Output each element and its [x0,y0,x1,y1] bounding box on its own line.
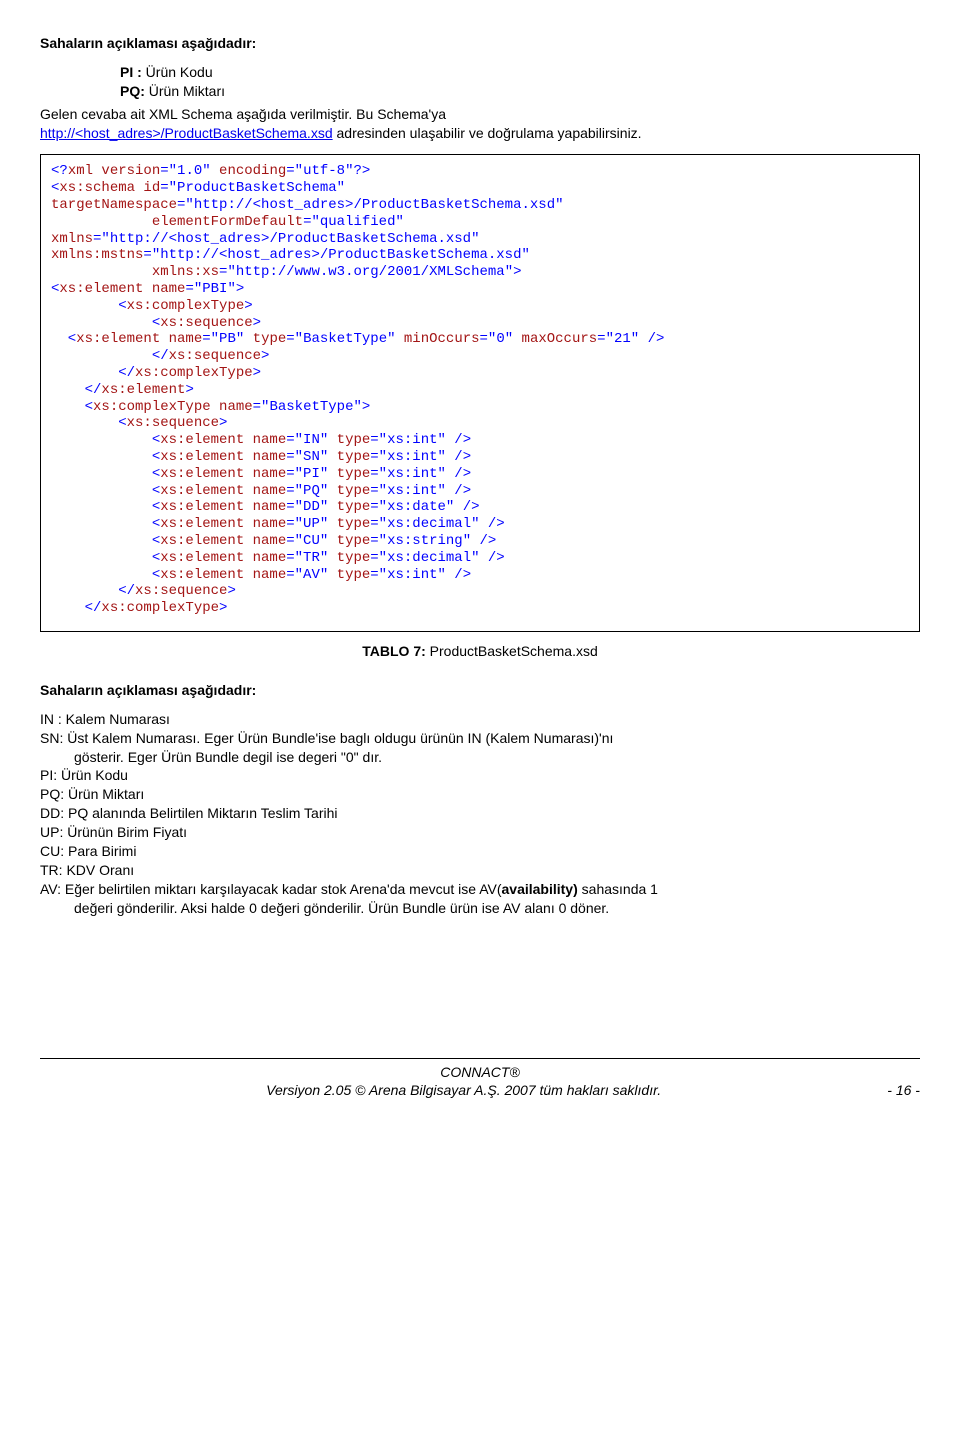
def-av-cont: değeri gönderilir. Aksi halde 0 değeri g… [74,899,920,918]
xml-schema-code: <?xml version="1.0" encoding="utf-8"?> <… [40,154,920,632]
def-pq: PQ: Ürün Miktarı [40,785,920,804]
def-up: UP: Ürünün Birim Fiyatı [40,823,920,842]
section-heading: Sahaların açıklaması aşağıdadır: [40,34,920,53]
caption-label: TABLO 7: [362,643,429,659]
field-definitions: PI : Ürün Kodu PQ: Ürün Miktarı [120,63,920,101]
section-heading-2: Sahaların açıklaması aşağıdadır: [40,681,920,700]
table-caption: TABLO 7: ProductBasketSchema.xsd [40,642,920,661]
def-in: IN : Kalem Numarası [40,710,920,729]
footer-copyright: Versiyon 2.05 © Arena Bilgisayar A.Ş. 20… [266,1081,661,1100]
para-pre: Gelen cevaba ait XML Schema aşağıda veri… [40,106,446,122]
pi-text: Ürün Kodu [142,64,213,80]
pq-text: Ürün Miktarı [145,83,225,99]
def-cu: CU: Para Birimi [40,842,920,861]
pq-label: PQ: [120,83,145,99]
caption-text: ProductBasketSchema.xsd [430,643,598,659]
def-sn: SN: Üst Kalem Numarası. Eger Ürün Bundle… [40,729,920,748]
def-av: AV: Eğer belirtilen miktarı karşılayacak… [40,880,920,899]
def-dd: DD: PQ alanında Belirtilen Miktarın Tesl… [40,804,920,823]
page-number: - 16 - [887,1081,920,1100]
schema-intro-paragraph: Gelen cevaba ait XML Schema aşağıda veri… [40,105,920,143]
def-sn-cont: gösterir. Eger Ürün Bundle degil ise deg… [74,748,920,767]
footer-title: CONNACT® [40,1063,920,1082]
para-post: adresinden ulaşabilir ve doğrulama yapab… [333,125,642,141]
schema-link[interactable]: http://<host_adres>/ProductBasketSchema.… [40,125,333,141]
field-definitions-list: IN : Kalem Numarası SN: Üst Kalem Numara… [40,710,920,918]
pi-label: PI : [120,64,142,80]
def-tr: TR: KDV Oranı [40,861,920,880]
page-footer: CONNACT® Versiyon 2.05 © Arena Bilgisaya… [40,1058,920,1101]
def-pi: PI: Ürün Kodu [40,766,920,785]
